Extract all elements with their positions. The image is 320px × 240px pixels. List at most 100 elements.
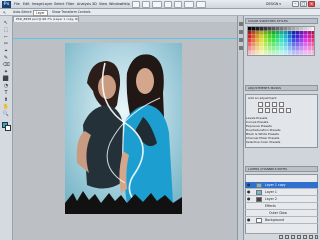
eraser-tool-icon[interactable]: ⌫: [2, 62, 10, 68]
swatch-cell[interactable]: [296, 35, 300, 39]
background-color-swatch[interactable]: [5, 125, 11, 131]
delete-layer-icon[interactable]: [315, 235, 318, 239]
menu-select[interactable]: Select: [54, 2, 64, 6]
swatch-cell[interactable]: [264, 51, 268, 55]
path-selection-tool-icon[interactable]: ⬆: [2, 97, 10, 103]
swatch-cell[interactable]: [304, 27, 308, 31]
swatch-cell[interactable]: [248, 35, 252, 39]
swatch-cell[interactable]: [288, 47, 292, 51]
swatch-cell[interactable]: [268, 43, 272, 47]
swatch-cell[interactable]: [280, 39, 284, 43]
swatch-cell[interactable]: [276, 43, 280, 47]
brush-panel-icon[interactable]: [239, 30, 243, 34]
swatch-cell[interactable]: [268, 47, 272, 51]
swatch-cell[interactable]: [280, 51, 284, 55]
swatch-cell[interactable]: [256, 47, 260, 51]
swatch-cell[interactable]: [272, 43, 276, 47]
swatch-cell[interactable]: [292, 35, 296, 39]
hand-tool-icon[interactable]: ✋: [2, 104, 10, 110]
menu-view[interactable]: View: [99, 2, 107, 6]
swatch-cell[interactable]: [260, 39, 264, 43]
eye-icon[interactable]: ●: [247, 182, 251, 188]
launch-minibridge-button[interactable]: [142, 1, 150, 8]
new-group-icon[interactable]: [303, 235, 307, 239]
swatch-cell[interactable]: [292, 39, 296, 43]
preset-selective-color[interactable]: Selective Color Presets: [246, 140, 291, 144]
swatch-cell[interactable]: [288, 27, 292, 31]
swatch-cell[interactable]: [256, 43, 260, 47]
black-white-icon[interactable]: [279, 108, 284, 113]
swatch-cell[interactable]: [308, 51, 312, 55]
swatch-cell[interactable]: [312, 31, 315, 35]
workspace-switcher[interactable]: DESIGN ▾: [266, 2, 281, 6]
eye-icon[interactable]: ●: [247, 189, 251, 195]
swatch-cell[interactable]: [300, 31, 304, 35]
menu-3d[interactable]: 3D: [92, 2, 97, 6]
layer-row[interactable]: Outer Glow: [245, 210, 318, 217]
layer-row-selected[interactable]: ● Layer 1 copy: [245, 182, 318, 189]
marquee-tool-icon[interactable]: ⬚: [2, 27, 10, 33]
swatch-cell[interactable]: [264, 27, 268, 31]
swatch-cell[interactable]: [276, 31, 280, 35]
zoom-level-button[interactable]: [152, 1, 162, 8]
document-canvas[interactable]: [65, 43, 182, 214]
swatch-cell[interactable]: [284, 47, 288, 51]
exposure-icon[interactable]: [279, 102, 284, 107]
paragraph-panel-icon[interactable]: [239, 46, 243, 50]
swatch-cell[interactable]: [260, 35, 264, 39]
swatch-cell[interactable]: [272, 39, 276, 43]
swatch-cell[interactable]: [248, 51, 252, 55]
show-transform-controls-checkbox[interactable]: Show Transform Controls: [52, 10, 91, 14]
swatch-cell[interactable]: [308, 35, 312, 39]
swatch-cell[interactable]: [296, 39, 300, 43]
swatch-cell[interactable]: [300, 27, 304, 31]
swatch-cell[interactable]: [252, 47, 256, 51]
swatch-cell[interactable]: [292, 31, 296, 35]
swatch-cell[interactable]: [276, 35, 280, 39]
swatch-cell[interactable]: [276, 27, 280, 31]
swatch-cell[interactable]: [312, 39, 315, 43]
character-panel-icon[interactable]: [239, 38, 243, 42]
menu-filter[interactable]: Filter: [66, 2, 74, 6]
gradient-tool-icon[interactable]: ⬛: [2, 76, 10, 82]
swatch-cell[interactable]: [256, 39, 260, 43]
arrange-documents-button[interactable]: [184, 1, 194, 8]
swatch-cell[interactable]: [264, 43, 268, 47]
adjustment-layer-icon[interactable]: [297, 235, 301, 239]
swatch-cell[interactable]: [276, 39, 280, 43]
swatch-cell[interactable]: [272, 27, 276, 31]
type-tool-icon[interactable]: T: [2, 90, 10, 96]
swatch-cell[interactable]: [284, 31, 288, 35]
menu-edit[interactable]: Edit: [23, 2, 30, 6]
swatch-cell[interactable]: [304, 39, 308, 43]
new-layer-icon[interactable]: [309, 235, 313, 239]
minimize-button[interactable]: –: [292, 1, 299, 7]
swatch-cell[interactable]: [260, 47, 264, 51]
menu-layer[interactable]: Layer: [43, 2, 52, 6]
swatch-cell[interactable]: [248, 47, 252, 51]
swatch-cell[interactable]: [248, 39, 252, 43]
swatch-cell[interactable]: [276, 51, 280, 55]
layer-mask-icon[interactable]: [291, 235, 295, 239]
swatch-cell[interactable]: [312, 51, 315, 55]
swatch-cell[interactable]: [296, 31, 300, 35]
swatch-cell[interactable]: [248, 43, 252, 47]
screen-mode-button[interactable]: [196, 1, 206, 8]
swatch-cell[interactable]: [268, 27, 272, 31]
swatch-cell[interactable]: [304, 43, 308, 47]
swatch-cell[interactable]: [288, 43, 292, 47]
swatch-cell[interactable]: [256, 35, 260, 39]
layer-row[interactable]: ● Layer 1: [245, 189, 318, 196]
launch-bridge-button[interactable]: [132, 1, 140, 8]
swatch-cell[interactable]: [264, 35, 268, 39]
swatch-cell[interactable]: [284, 27, 288, 31]
swatch-cell[interactable]: [252, 35, 256, 39]
menu-image[interactable]: Image: [32, 2, 43, 6]
swatch-cell[interactable]: [252, 43, 256, 47]
swatch-cell[interactable]: [296, 51, 300, 55]
swatch-cell[interactable]: [280, 47, 284, 51]
swatch-cell[interactable]: [300, 47, 304, 51]
clone-stamp-tool-icon[interactable]: ✦: [2, 69, 10, 75]
vibrance-icon[interactable]: [258, 108, 263, 113]
link-layers-icon[interactable]: [279, 235, 283, 239]
